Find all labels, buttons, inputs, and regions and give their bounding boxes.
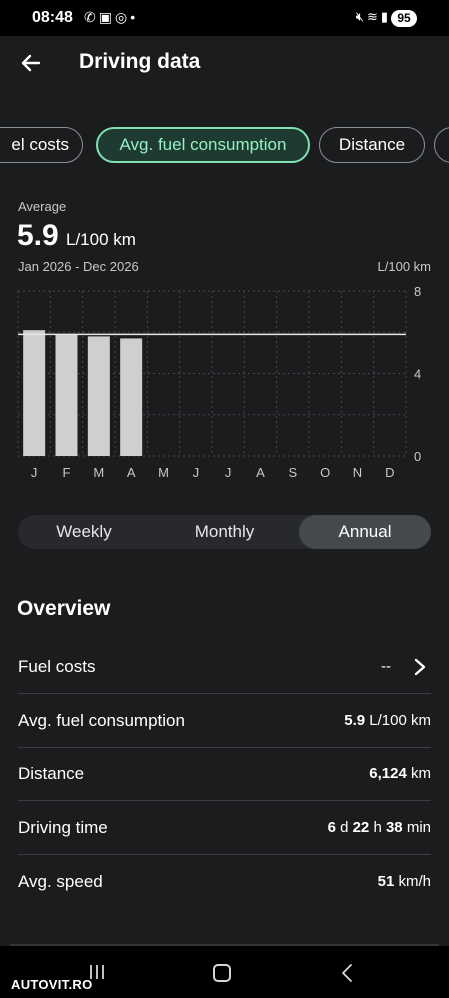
avg-speed-number: 51 <box>377 873 395 890</box>
scan-icon: ▣ <box>98 9 115 25</box>
overview-row-fuel-costs[interactable]: Fuel costs -- <box>18 641 431 694</box>
mute-icon: 🔇︎ <box>355 9 367 24</box>
x-tick-label: N <box>353 465 362 480</box>
whatsapp-icon: ✆ <box>84 9 99 25</box>
y-tick-label: 4 <box>414 367 421 382</box>
chip-distance[interactable]: Distance <box>319 127 425 163</box>
y-tick-label: 0 <box>414 449 421 464</box>
watermark-logo: AUTOVIT.RO <box>11 977 93 992</box>
x-tick-label: F <box>63 465 71 480</box>
overview-row-distance: Distance 6,124 km <box>18 748 431 801</box>
notification-dot-icon: • <box>130 9 139 25</box>
driving-time-hours: 22 <box>352 819 370 836</box>
fuel-costs-value: -- <box>381 658 391 675</box>
x-tick-label: D <box>385 465 394 480</box>
status-bar: 08:48 ✆▣◎• 🔇︎≋▮ 95 <box>0 0 449 36</box>
x-tick-label: S <box>288 465 297 480</box>
recent-apps-icon[interactable] <box>88 963 106 981</box>
battery-indicator: 95 <box>391 10 417 27</box>
average-label: Average <box>18 199 67 214</box>
fuel-consumption-chart: 8 4 0 J F M A M J J A S O N D <box>17 284 421 480</box>
overview-row-avg-fuel-consumption: Avg. fuel consumption 5.9 L/100 km <box>18 695 431 748</box>
home-icon[interactable] <box>213 964 231 982</box>
page-title: Driving data <box>79 50 201 73</box>
x-tick-label: M <box>158 465 169 480</box>
driving-time-days-unit: d <box>340 819 349 836</box>
average-value: 5.9 <box>17 219 59 252</box>
back-button[interactable] <box>16 48 46 78</box>
distance-label: Distance <box>18 764 85 783</box>
driving-time-hours-unit: h <box>373 819 382 836</box>
period-selector: Weekly Monthly Annual <box>18 515 431 549</box>
fuel-costs-label: Fuel costs <box>18 657 96 676</box>
tab-weekly[interactable]: Weekly <box>18 515 150 549</box>
arrow-left-icon <box>21 54 41 72</box>
distance-value: 6,124 km <box>369 765 431 782</box>
tab-annual[interactable]: Annual <box>299 515 431 549</box>
metric-chips: el costs Avg. fuel consumption Distance <box>0 127 449 163</box>
chip-avg-fuel-consumption[interactable]: Avg. fuel consumption <box>96 127 310 163</box>
distance-unit: km <box>411 765 431 782</box>
instagram-icon: ◎ <box>114 9 131 25</box>
overview-title: Overview <box>17 597 111 620</box>
driving-time-minutes: 38 <box>385 819 403 836</box>
x-tick-label: J <box>225 465 232 480</box>
chart-axis-unit: L/100 km <box>377 259 431 274</box>
avg-speed-value: 51 km/h <box>378 873 431 890</box>
signal-icon: ▮ <box>380 9 391 24</box>
y-tick-label: 8 <box>414 284 421 299</box>
x-tick-label: O <box>320 465 330 480</box>
x-tick-label: A <box>127 465 136 480</box>
chevron-right-icon <box>414 658 426 676</box>
bar-0 <box>23 330 46 456</box>
tab-monthly[interactable]: Monthly <box>156 515 293 549</box>
distance-number: 6,124 <box>369 765 407 782</box>
avg-speed-unit: km/h <box>398 873 431 890</box>
bar-2 <box>87 336 110 456</box>
driving-time-value: 6 d 22 h 38 min <box>328 819 431 836</box>
x-tick-label: M <box>93 465 104 480</box>
overview-row-avg-speed: Avg. speed 51 km/h <box>18 856 431 909</box>
driving-time-minutes-unit: min <box>406 819 431 836</box>
status-app-icons: ✆▣◎• <box>84 9 138 26</box>
date-range: Jan 2026 - Dec 2026 <box>18 259 139 274</box>
nav-back-icon[interactable] <box>340 963 354 983</box>
wifi-icon: ≋ <box>366 9 381 24</box>
chip-more[interactable] <box>434 127 449 163</box>
x-tick-label: J <box>31 465 38 480</box>
bar-3 <box>120 338 143 456</box>
avg-speed-label: Avg. speed <box>18 872 103 891</box>
status-time: 08:48 <box>32 9 73 26</box>
chip-fuel-costs[interactable]: el costs <box>0 127 83 163</box>
average-unit: L/100 km <box>66 230 136 249</box>
avg-fuel-unit: L/100 km <box>369 712 431 729</box>
status-system-icons: 🔇︎≋▮ <box>356 9 391 25</box>
overview-row-driving-time: Driving time 6 d 22 h 38 min <box>18 802 431 855</box>
bar-1 <box>55 334 78 456</box>
x-tick-label: A <box>256 465 265 480</box>
avg-fuel-label: Avg. fuel consumption <box>18 711 185 730</box>
avg-fuel-number: 5.9 <box>344 712 366 729</box>
x-tick-label: J <box>193 465 200 480</box>
driving-time-days: 6 <box>327 819 336 836</box>
driving-time-label: Driving time <box>18 818 108 837</box>
avg-fuel-value: 5.9 L/100 km <box>344 712 431 729</box>
